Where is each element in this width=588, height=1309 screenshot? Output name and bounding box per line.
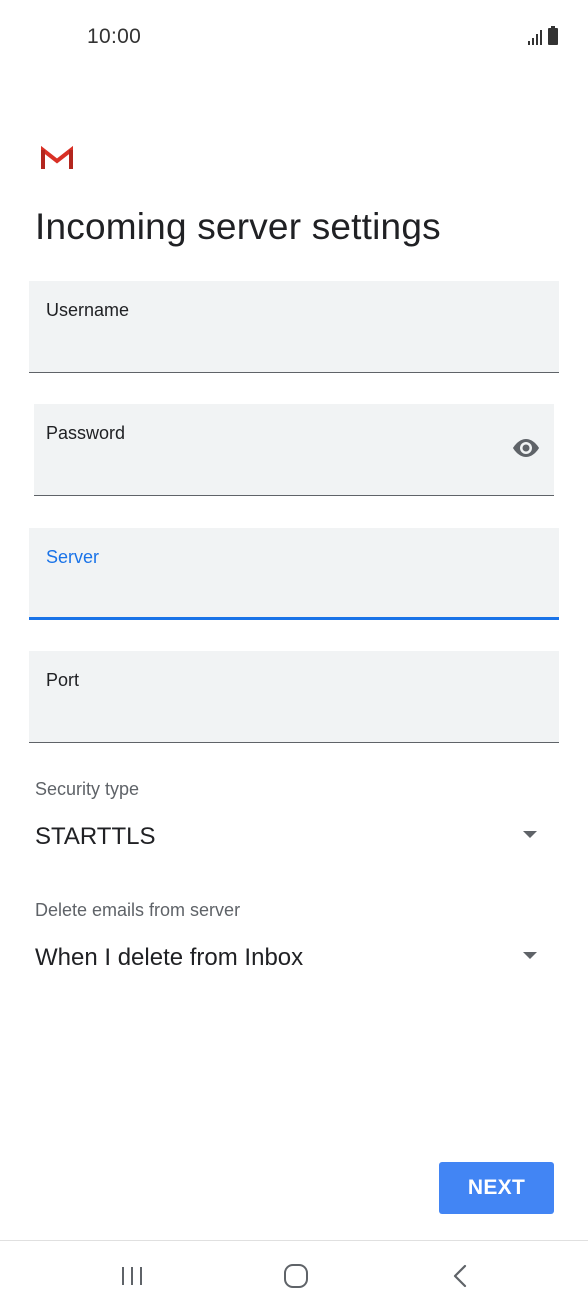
home-icon[interactable] (276, 1261, 316, 1291)
dropdown-arrow-icon (523, 831, 537, 838)
signal-icon (528, 29, 542, 45)
security-type-dropdown[interactable]: STARTTLS (35, 817, 555, 857)
server-input[interactable] (46, 577, 499, 607)
password-label: Password (46, 423, 126, 443)
dropdown-arrow-icon (523, 952, 537, 959)
eye-icon[interactable] (510, 436, 542, 460)
server-field[interactable]: Server (29, 528, 559, 620)
security-type-label: Security type (35, 779, 140, 799)
server-label: Server (46, 547, 100, 567)
battery-icon (548, 26, 558, 45)
delete-emails-dropdown[interactable]: When I delete from Inbox (35, 938, 555, 978)
port-label: Port (46, 670, 80, 690)
status-time: 10:00 (87, 25, 142, 48)
port-field[interactable]: Port (29, 651, 559, 743)
security-type-value: STARTTLS (35, 823, 156, 850)
password-field[interactable]: Password (34, 404, 554, 496)
navigation-bar (0, 1240, 588, 1309)
status-icons (528, 26, 558, 45)
delete-emails-value: When I delete from Inbox (35, 944, 304, 971)
next-button[interactable]: NEXT (439, 1162, 554, 1214)
recent-apps-icon[interactable] (112, 1261, 152, 1291)
username-field[interactable]: Username (29, 281, 559, 373)
page-title: Incoming server settings (35, 206, 441, 247)
username-input[interactable] (46, 332, 499, 362)
status-bar: 10:00 (0, 0, 588, 74)
delete-emails-label: Delete emails from server (35, 900, 241, 920)
gmail-logo (41, 145, 73, 169)
port-input[interactable] (46, 702, 499, 732)
username-label: Username (46, 300, 130, 320)
back-icon[interactable] (440, 1261, 480, 1291)
password-input[interactable] (46, 455, 494, 485)
